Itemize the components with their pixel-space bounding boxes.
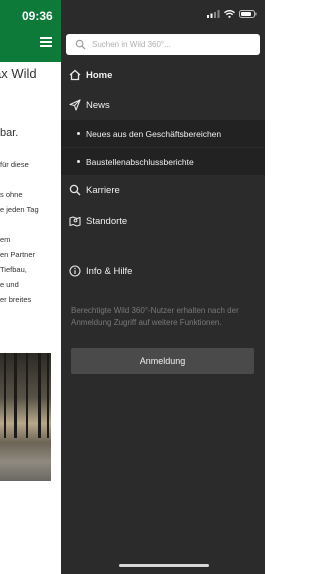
nav-item-karriere[interactable]: Karriere [61, 183, 265, 197]
nav-label-standorte: Standorte [86, 215, 128, 227]
nav-label-karriere: Karriere [86, 184, 120, 196]
nav-item-info[interactable]: Info & Hilfe [61, 264, 265, 278]
forest-photo [0, 353, 51, 481]
text-line: er breites [0, 295, 32, 304]
search-bar[interactable] [66, 34, 260, 55]
nav-subitem-geschaeftsbereiche[interactable]: Neues aus den Geschäftsbereichen [61, 120, 265, 147]
text-line: e und [0, 280, 19, 289]
wifi-icon [224, 10, 235, 18]
battery-icon [239, 10, 257, 18]
bullet-icon [77, 132, 80, 135]
home-indicator[interactable] [119, 564, 209, 567]
headline-fragment: bar. [0, 127, 19, 139]
status-time: 09:36 [22, 9, 53, 23]
search-icon [75, 39, 86, 50]
text-line: für diese [0, 160, 29, 169]
login-button[interactable]: Anmeldung [71, 348, 254, 374]
home-icon [69, 69, 81, 81]
map-icon [69, 216, 81, 227]
nav-sublabel: Baustellenabschlussberichte [86, 157, 194, 167]
search-icon [69, 184, 81, 196]
nav-label-news: News [86, 99, 110, 111]
hamburger-menu-icon[interactable] [40, 37, 52, 47]
nav-subitem-baustellenberichte[interactable]: Baustellenabschlussberichte [61, 148, 265, 175]
text-line: s ohne [0, 190, 23, 199]
search-input[interactable] [92, 37, 252, 52]
signal-icon [207, 10, 220, 18]
nav-item-news[interactable]: News [61, 98, 265, 112]
paper-plane-icon [69, 99, 81, 111]
status-icons [207, 10, 257, 18]
page-title-fragment: ax Wild [0, 66, 37, 81]
nav-item-standorte[interactable]: Standorte [61, 214, 265, 228]
text-line: e jeden Tag [0, 205, 39, 214]
info-icon [69, 265, 81, 277]
nav-sublabel: Neues aus den Geschäftsbereichen [86, 129, 222, 139]
nav-item-home[interactable]: Home [61, 68, 265, 82]
bullet-icon [77, 160, 80, 163]
text-line: em [0, 235, 11, 244]
nav-label-info: Info & Hilfe [86, 265, 133, 277]
navigation-drawer: Home News Neues aus den Geschäftsbereich… [61, 0, 265, 574]
login-info-text: Berechtigte Wild 360°-Nutzer erhalten na… [71, 306, 239, 327]
nav-label-home: Home [86, 69, 113, 81]
text-line: Tiefbau, [0, 265, 27, 274]
text-line: en Partner [0, 250, 36, 259]
